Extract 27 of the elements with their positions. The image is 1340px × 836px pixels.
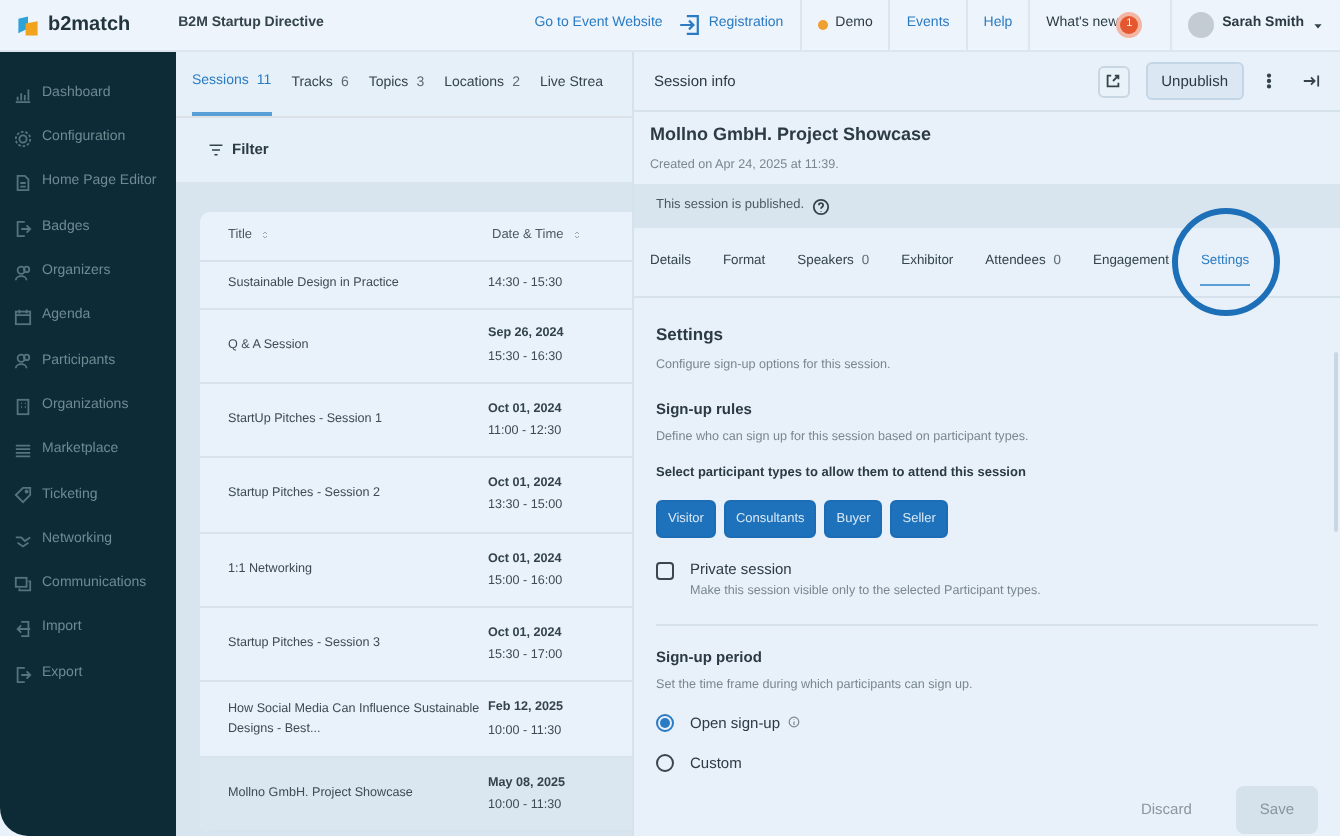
external-link-icon — [1104, 72, 1123, 90]
tag-icon — [14, 486, 32, 505]
chat-icon — [14, 575, 32, 594]
document-icon — [14, 174, 32, 193]
calendar-icon — [14, 308, 32, 327]
avatar-icon — [1188, 12, 1215, 38]
import-icon — [14, 620, 32, 639]
building-icon — [14, 397, 32, 416]
list-icon — [14, 442, 32, 461]
help-icon[interactable] — [812, 197, 831, 215]
chart-icon — [14, 85, 32, 104]
caret-icon[interactable] — [1312, 19, 1324, 31]
logo-icon — [16, 13, 40, 37]
checkbox[interactable] — [656, 561, 674, 580]
radio-button[interactable] — [656, 713, 674, 732]
brand-name: b2match — [48, 12, 131, 40]
people-icon — [14, 263, 32, 282]
filter-icon[interactable] — [208, 141, 224, 157]
people-icon — [14, 352, 32, 371]
session-title: Mollno GmbH. Project Showcase — [650, 121, 934, 148]
radio-button[interactable] — [656, 754, 674, 773]
exit-icon — [14, 665, 32, 683]
open-external-button[interactable] — [1097, 65, 1130, 97]
collapse-panel-icon — [1302, 72, 1320, 91]
section-heading: Settings — [656, 322, 726, 348]
exit-icon — [14, 219, 32, 238]
sign-in-icon[interactable] — [678, 14, 701, 36]
